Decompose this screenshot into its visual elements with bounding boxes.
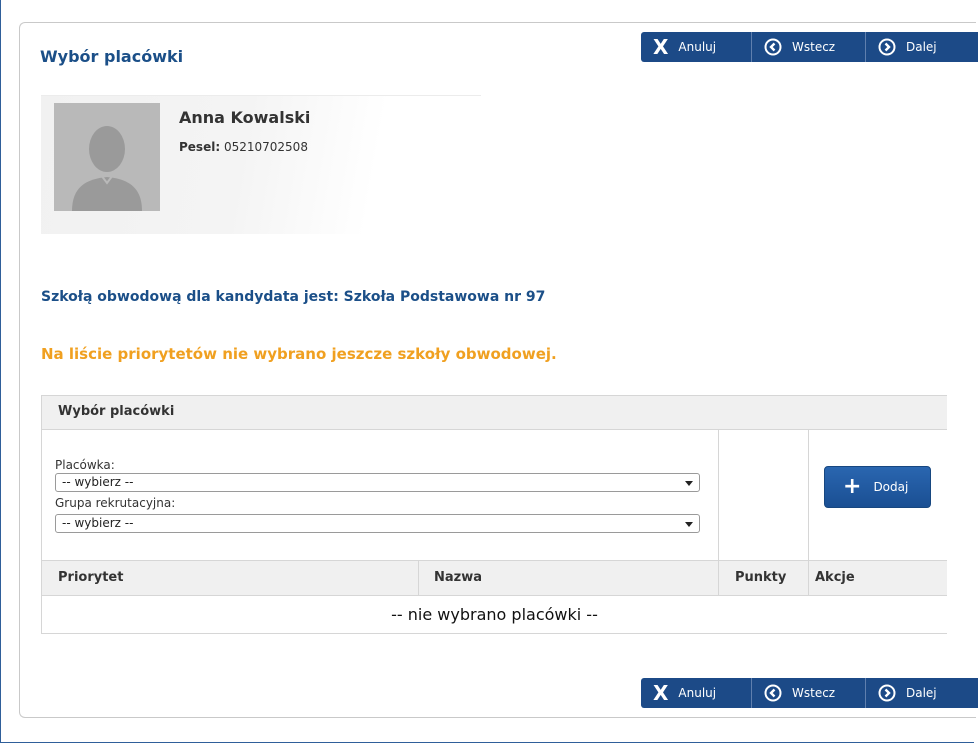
selection-header-label: Wybór placówki: [58, 404, 175, 419]
next-label: Dalej: [906, 686, 937, 700]
close-icon: X: [653, 35, 669, 59]
divider: [418, 561, 419, 595]
page-title: Wybór placówki: [40, 47, 184, 66]
pesel-label: Pesel:: [179, 140, 221, 154]
back-label: Wstecz: [792, 40, 836, 54]
candidate-name: Anna Kowalski: [179, 108, 311, 127]
pesel-value: 05210702508: [223, 140, 308, 154]
circle-arrow-left-icon: [764, 38, 782, 56]
divider: [718, 561, 719, 595]
cancel-button[interactable]: X Anuluj: [641, 678, 752, 708]
column-name: Nazwa: [434, 570, 483, 585]
group-select[interactable]: -- wybierz --: [55, 514, 700, 533]
back-button[interactable]: Wstecz: [752, 678, 866, 708]
divider: [718, 429, 719, 560]
back-button[interactable]: Wstecz: [752, 32, 866, 62]
next-button[interactable]: Dalej: [866, 678, 978, 708]
next-label: Dalej: [906, 40, 937, 54]
empty-table-message: -- nie wybrano placówki --: [42, 596, 947, 634]
top-nav-bar: X Anuluj Wstecz Dalej: [641, 32, 978, 62]
plus-icon: +: [843, 474, 862, 499]
selection-header: Wybór placówki: [42, 396, 947, 430]
pesel-info: Pesel: 05210702508: [179, 140, 308, 154]
add-button[interactable]: + Dodaj: [824, 466, 931, 508]
cancel-button[interactable]: X Anuluj: [641, 32, 752, 62]
avatar: [54, 103, 160, 211]
group-label: Grupa rekrutacyjna:: [55, 496, 176, 510]
divider: [808, 429, 809, 560]
next-button[interactable]: Dalej: [866, 32, 978, 62]
column-points: Punkty: [735, 570, 787, 585]
divider: [808, 561, 809, 595]
table-header: Priorytet Nazwa Punkty Akcje: [42, 560, 947, 596]
circle-arrow-left-icon: [764, 684, 782, 702]
circle-arrow-right-icon: [878, 38, 896, 56]
back-label: Wstecz: [792, 686, 836, 700]
facility-selection-box: Wybór placówki Placówka: -- wybierz -- G…: [41, 395, 947, 634]
district-school-info: Szkołą obwodową dla kandydata jest: Szko…: [41, 289, 546, 305]
group-select-value: -- wybierz --: [62, 516, 134, 530]
close-icon: X: [653, 681, 669, 705]
cancel-label: Anuluj: [678, 686, 717, 700]
dropdown-arrow-icon: [685, 522, 693, 527]
circle-arrow-right-icon: [878, 684, 896, 702]
facility-label: Placówka:: [55, 458, 115, 472]
empty-table-text: -- nie wybrano placówki --: [391, 605, 598, 624]
dropdown-arrow-icon: [685, 481, 693, 486]
add-label: Dodaj: [873, 480, 909, 494]
facility-select[interactable]: -- wybierz --: [55, 473, 700, 492]
priority-warning: Na liście priorytetów nie wybrano jeszcz…: [41, 345, 557, 363]
column-priority: Priorytet: [58, 570, 124, 585]
bottom-nav-bar: X Anuluj Wstecz Dalej: [641, 678, 978, 708]
facility-select-value: -- wybierz --: [62, 475, 134, 489]
column-actions: Akcje: [815, 570, 855, 585]
candidate-card: Anna Kowalski Pesel: 05210702508: [41, 95, 481, 234]
cancel-label: Anuluj: [678, 40, 717, 54]
